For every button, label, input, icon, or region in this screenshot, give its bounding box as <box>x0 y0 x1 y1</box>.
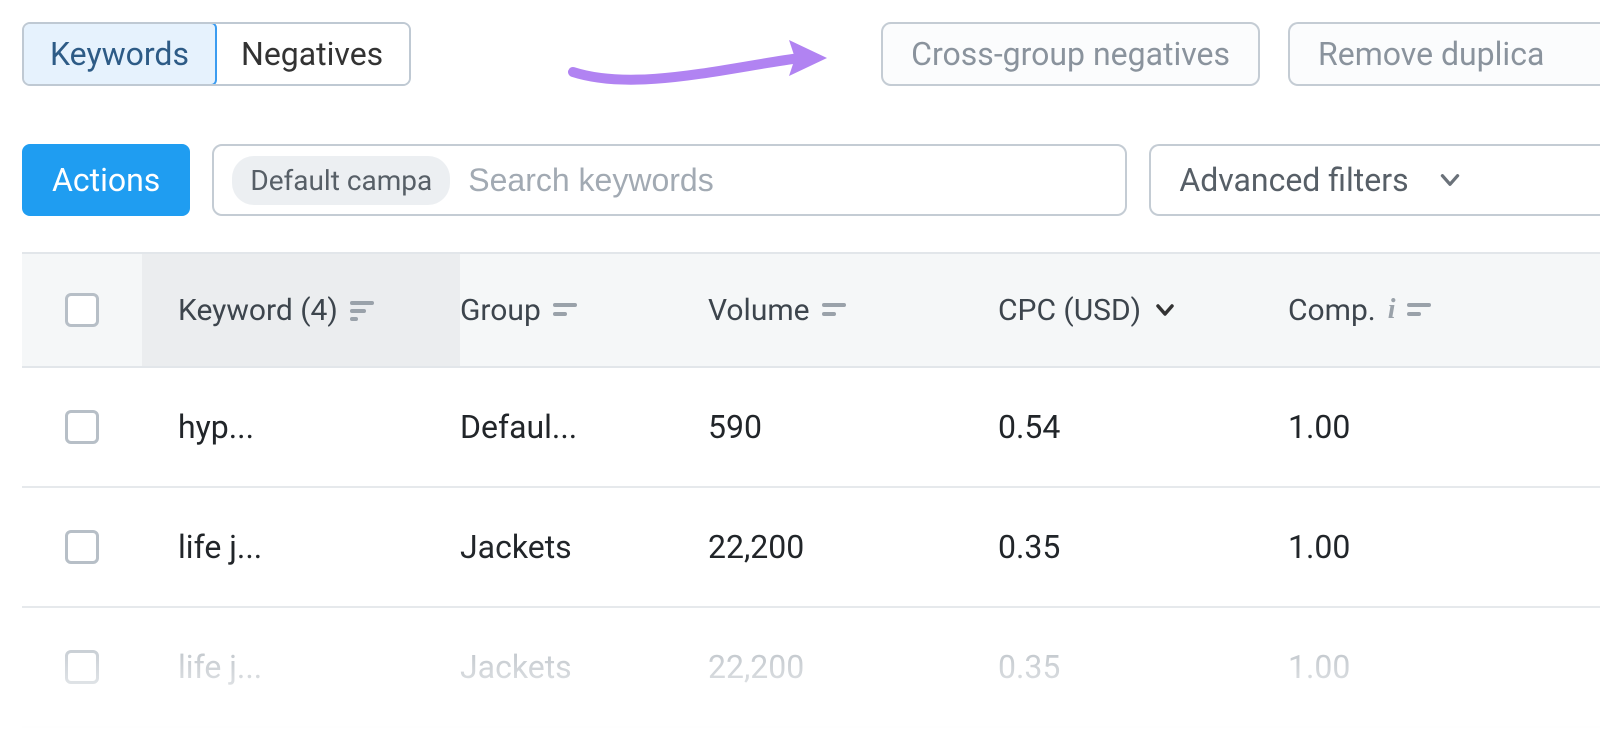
search-box[interactable]: Default campa <box>212 144 1127 216</box>
row-checkbox[interactable] <box>65 410 99 444</box>
cell-comp: 1.00 <box>1288 648 1600 686</box>
col-header-volume[interactable]: Volume <box>708 293 998 328</box>
tab-negatives-label: Negatives <box>241 35 383 73</box>
cell-comp: 1.00 <box>1288 528 1600 566</box>
col-header-volume-label: Volume <box>708 293 810 328</box>
col-header-keyword-label: Keyword (4) <box>178 293 338 328</box>
actions-label: Actions <box>52 161 160 199</box>
chevron-down-icon <box>1153 298 1177 322</box>
cell-group: Defaul... <box>460 408 708 446</box>
cross-group-negatives-label: Cross-group negatives <box>911 35 1230 73</box>
tab-negatives[interactable]: Negatives <box>215 24 409 84</box>
chevron-down-icon <box>1437 167 1463 193</box>
cell-cpc: 0.54 <box>998 408 1288 446</box>
row-checkbox[interactable] <box>65 530 99 564</box>
tab-keywords-label: Keywords <box>50 35 189 73</box>
cell-volume: 22,200 <box>708 528 998 566</box>
table-body: hyp... Defaul... 590 0.54 1.00 life j...… <box>22 368 1600 728</box>
actions-button[interactable]: Actions <box>22 144 190 216</box>
cell-cpc: 0.35 <box>998 648 1288 686</box>
col-header-cpc[interactable]: CPC (USD) <box>998 293 1288 328</box>
col-header-comp[interactable]: Comp. i <box>1288 293 1600 328</box>
cross-group-negatives-button[interactable]: Cross-group negatives <box>881 22 1260 86</box>
search-input[interactable] <box>468 162 1107 199</box>
cell-volume: 22,200 <box>708 648 998 686</box>
tab-strip: Keywords Negatives <box>22 22 411 86</box>
cell-cpc: 0.35 <box>998 528 1288 566</box>
sort-icon <box>553 302 579 318</box>
cell-keyword: hyp... <box>142 368 460 486</box>
cell-volume: 590 <box>708 408 998 446</box>
toolbar-row: Actions Default campa Advanced filters <box>22 144 1600 216</box>
cell-group: Jackets <box>460 648 708 686</box>
campaign-chip[interactable]: Default campa <box>232 156 450 205</box>
table-row[interactable]: life j... Jackets 22,200 0.35 1.00 <box>22 488 1600 608</box>
col-header-cpc-label: CPC (USD) <box>998 293 1141 328</box>
cell-keyword: life j... <box>142 608 460 726</box>
cell-comp: 1.00 <box>1288 408 1600 446</box>
select-all-checkbox[interactable] <box>65 293 99 327</box>
top-right-actions: Cross-group negatives Remove duplica <box>881 22 1600 86</box>
info-icon: i <box>1388 294 1396 326</box>
col-header-group[interactable]: Group <box>460 293 708 328</box>
col-header-comp-label: Comp. <box>1288 293 1376 328</box>
keywords-table: Keyword (4) Group Volume CPC (USD) <box>22 252 1600 728</box>
col-header-keyword[interactable]: Keyword (4) <box>142 254 460 366</box>
cell-group: Jackets <box>460 528 708 566</box>
advanced-filters-button[interactable]: Advanced filters <box>1149 144 1600 216</box>
table-row[interactable]: hyp... Defaul... 590 0.54 1.00 <box>22 368 1600 488</box>
sort-icon <box>1407 302 1433 318</box>
table-row[interactable]: life j... Jackets 22,200 0.35 1.00 <box>22 608 1600 728</box>
remove-duplicates-button[interactable]: Remove duplica <box>1288 22 1600 86</box>
campaign-chip-label: Default campa <box>250 164 432 197</box>
advanced-filters-label: Advanced filters <box>1179 161 1408 199</box>
remove-duplicates-label: Remove duplica <box>1318 35 1544 73</box>
row-checkbox[interactable] <box>65 650 99 684</box>
annotation-arrow <box>565 20 840 92</box>
tab-keywords[interactable]: Keywords <box>22 22 217 86</box>
col-header-group-label: Group <box>460 293 541 328</box>
cell-keyword: life j... <box>142 488 460 606</box>
table-header-row: Keyword (4) Group Volume CPC (USD) <box>22 252 1600 368</box>
sort-icon <box>350 299 376 321</box>
sort-icon <box>822 302 848 318</box>
